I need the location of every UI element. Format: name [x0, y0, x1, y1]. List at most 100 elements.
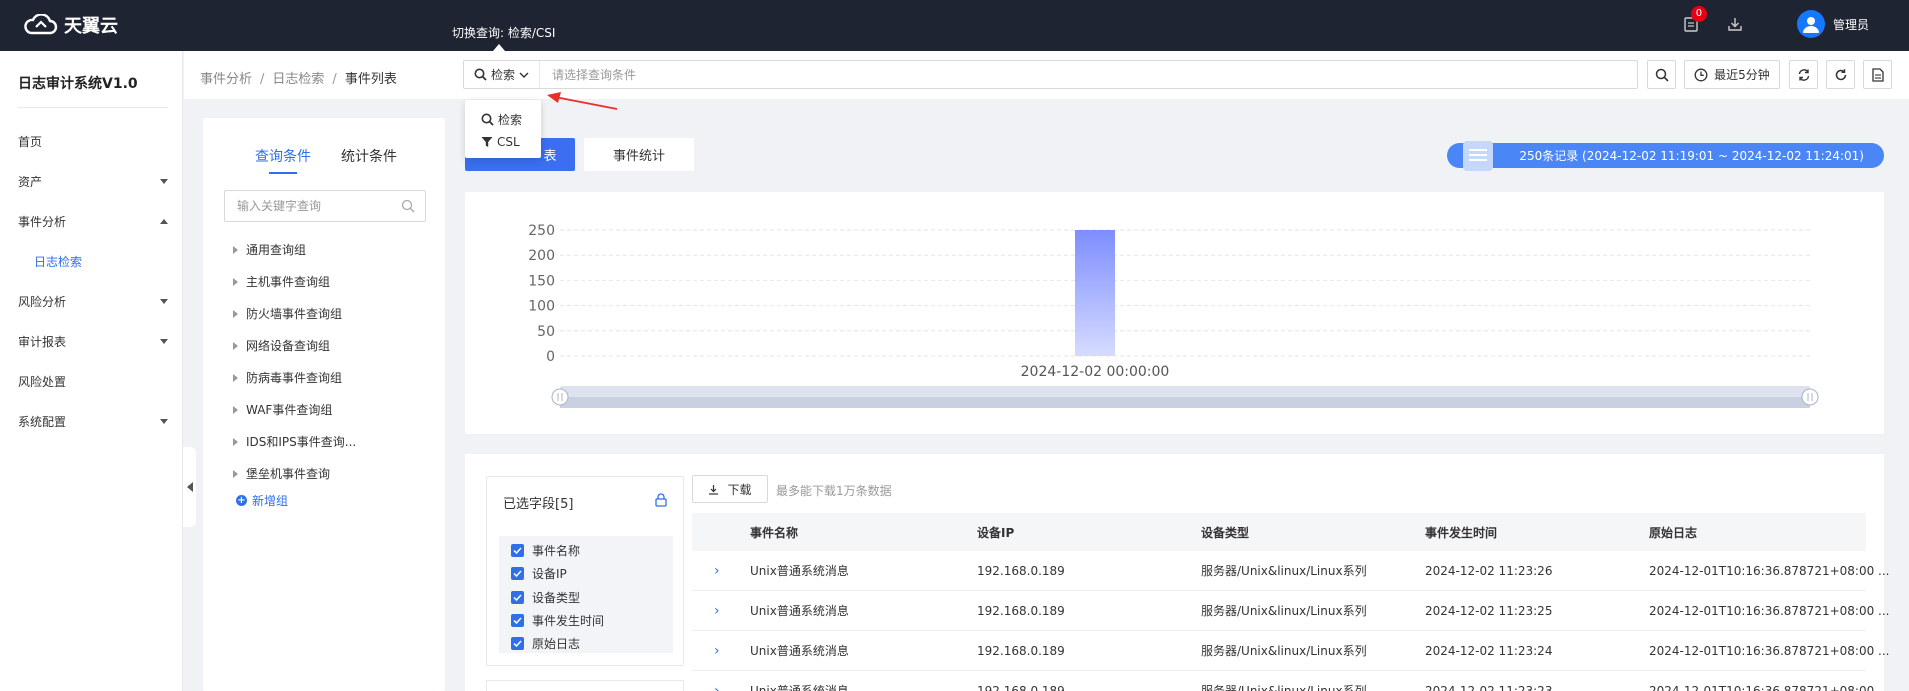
- table-row[interactable]: › Unix普通系统消息 192.168.0.189 服务器/Unix&linu…: [692, 631, 1889, 671]
- add-group-button[interactable]: + 新增组: [236, 492, 288, 509]
- tab-stat-conditions[interactable]: 统计条件: [341, 146, 397, 174]
- column-header[interactable]: 事件发生时间: [1425, 513, 1497, 551]
- query-mode-select[interactable]: 检索: [464, 61, 540, 88]
- sidebar-item-label: 事件分析: [18, 215, 67, 229]
- search-button[interactable]: [1647, 60, 1676, 89]
- field-checkbox[interactable]: 事件名称: [511, 542, 580, 559]
- option-csl[interactable]: CSL: [481, 135, 520, 149]
- brand-name: 天翼云: [64, 16, 118, 37]
- selected-fields-list: 事件名称 设备IP 设备类型 事件发生时间 原始日志: [499, 536, 673, 653]
- caret-down-icon: [160, 419, 168, 424]
- tab-event-stats[interactable]: 事件统计: [584, 138, 694, 171]
- download-tray-button[interactable]: [1725, 14, 1745, 34]
- cell-event-name: Unix普通系统消息: [750, 564, 849, 578]
- cell-event-time: 2024-12-02 11:23:25: [1425, 603, 1553, 618]
- table-row[interactable]: › Unix普通系统消息 192.168.0.189 服务器/Unix&linu…: [692, 551, 1889, 591]
- breadcrumb-log-search[interactable]: 日志检索: [272, 72, 324, 87]
- tree-item-label: 防火墙事件查询组: [246, 307, 343, 321]
- export-button[interactable]: [1863, 60, 1892, 89]
- tree-item-group[interactable]: IDS和IPS事件查询...: [233, 433, 356, 450]
- download-button[interactable]: 下载: [692, 475, 768, 503]
- field-checkbox[interactable]: 设备类型: [511, 589, 580, 606]
- avatar: [1796, 10, 1825, 38]
- column-header[interactable]: 原始日志: [1649, 513, 1697, 551]
- tree-item-label: 网络设备查询组: [246, 339, 331, 353]
- cell-device-type: 服务器/Unix&linux/Linux系列: [1201, 564, 1367, 578]
- auto-refresh-button[interactable]: [1789, 60, 1818, 89]
- field-checkbox[interactable]: 事件发生时间: [511, 612, 604, 629]
- event-table-panel: 已选字段[5] 事件名称 设备IP 设备类型 事件发生时间 原始日志 下载 最多…: [465, 454, 1889, 691]
- time-range-label: 最近5分钟: [1714, 68, 1770, 82]
- option-search[interactable]: 检索: [481, 111, 522, 128]
- record-summary-text: 250条记录 (2024-12-02 11:19:01 ~ 2024-12-02…: [1519, 149, 1864, 163]
- expand-row-icon[interactable]: ›: [714, 551, 720, 590]
- keyword-search-input[interactable]: [225, 191, 401, 221]
- column-header[interactable]: 设备类型: [1201, 513, 1249, 551]
- table-row[interactable]: › Unix普通系统消息 192.168.0.189 服务器/Unix&linu…: [692, 671, 1889, 691]
- column-header[interactable]: 设备IP: [977, 513, 1014, 551]
- tree-item-group[interactable]: 堡垒机事件查询: [233, 465, 330, 482]
- expand-row-icon[interactable]: ›: [714, 591, 720, 630]
- sidebar-item-home[interactable]: 首页: [18, 133, 168, 150]
- tooltip-arrow: [493, 44, 505, 51]
- cell-device-ip: 192.168.0.189: [977, 643, 1065, 658]
- user-menu[interactable]: 管理员: [1796, 10, 1869, 38]
- breadcrumb-event-analysis[interactable]: 事件分析: [200, 72, 252, 87]
- tree-item-group[interactable]: 网络设备查询组: [233, 337, 330, 354]
- user-icon: [1802, 17, 1819, 33]
- sidebar-item-log-search[interactable]: 日志检索: [34, 253, 184, 270]
- table-row[interactable]: › Unix普通系统消息 192.168.0.189 服务器/Unix&linu…: [692, 591, 1889, 631]
- download-tray-icon: [1728, 18, 1742, 31]
- field-checkbox[interactable]: 设备IP: [511, 565, 567, 582]
- expand-row-icon[interactable]: ›: [714, 671, 720, 691]
- cell-device-type: 服务器/Unix&linux/Linux系列: [1201, 604, 1367, 618]
- sidebar-item-audit-report[interactable]: 审计报表: [18, 333, 168, 350]
- selected-fields-box: 已选字段[5] 事件名称 设备IP 设备类型 事件发生时间 原始日志: [486, 476, 684, 666]
- refresh-button[interactable]: [1826, 60, 1855, 89]
- query-condition-input[interactable]: [540, 61, 1637, 88]
- breadcrumb-separator: /: [332, 72, 337, 87]
- cell-device-type: 服务器/Unix&linux/Linux系列: [1201, 644, 1367, 658]
- sidebar-item-risk-analysis[interactable]: 风险分析: [18, 293, 168, 310]
- sidebar: 日志审计系统V1.0 首页 资产 事件分析 日志检索 风险分析 审计报表 风险处…: [0, 51, 183, 691]
- filter-icon: [481, 137, 493, 147]
- brand-logo[interactable]: 天翼云: [22, 12, 118, 38]
- chevron-down-icon: [519, 72, 529, 78]
- condition-tabs: 查询条件 统计条件: [255, 146, 397, 174]
- expand-row-icon[interactable]: ›: [714, 631, 720, 670]
- sync-icon: [1798, 68, 1809, 81]
- caret-down-icon: [160, 339, 168, 344]
- sidebar-item-risk-handling[interactable]: 风险处置: [18, 373, 168, 390]
- selected-fields-title: 已选字段[5]: [503, 497, 574, 512]
- download-note: 最多能下载1万条数据: [776, 484, 892, 498]
- sidebar-item-event-analysis[interactable]: 事件分析: [18, 213, 168, 230]
- y-tick-label: 200: [528, 248, 555, 264]
- field-checkbox[interactable]: 原始日志: [511, 635, 580, 652]
- tree-item-group[interactable]: WAF事件查询组: [233, 401, 332, 418]
- checkbox-checked-icon: [511, 544, 524, 557]
- search-icon: [481, 113, 494, 126]
- x-tick-label: 2024-12-02 00:00:00: [1021, 364, 1170, 380]
- download-label: 下载: [727, 482, 752, 497]
- cloud-logo-icon: [24, 14, 58, 35]
- collapse-left-icon: [186, 482, 193, 492]
- tab-query-conditions[interactable]: 查询条件: [255, 146, 311, 174]
- tree-item-group[interactable]: 防火墙事件查询组: [233, 305, 342, 322]
- column-header[interactable]: 事件名称: [750, 513, 798, 551]
- tree-item-label: IDS和IPS事件查询...: [246, 435, 357, 449]
- query-box: 检索: [463, 60, 1638, 89]
- sidebar-item-system-config[interactable]: 系统配置: [18, 413, 168, 430]
- time-range-button[interactable]: 最近5分钟: [1684, 60, 1780, 89]
- tree-item-group[interactable]: 防病毒事件查询组: [233, 369, 342, 386]
- sidebar-item-assets[interactable]: 资产: [18, 173, 168, 190]
- tree-item-group[interactable]: 通用查询组: [233, 241, 306, 258]
- y-tick-label: 100: [528, 299, 555, 315]
- lock-icon[interactable]: [655, 493, 667, 507]
- sidebar-collapse-button[interactable]: [183, 447, 196, 527]
- caret-right-icon: [233, 341, 238, 350]
- search-icon[interactable]: [401, 199, 415, 213]
- tree-item-group[interactable]: 主机事件查询组: [233, 273, 330, 290]
- notification-button[interactable]: 0: [1681, 6, 1707, 34]
- sidebar-item-label: 审计报表: [18, 335, 67, 349]
- y-tick-label: 250: [528, 223, 555, 239]
